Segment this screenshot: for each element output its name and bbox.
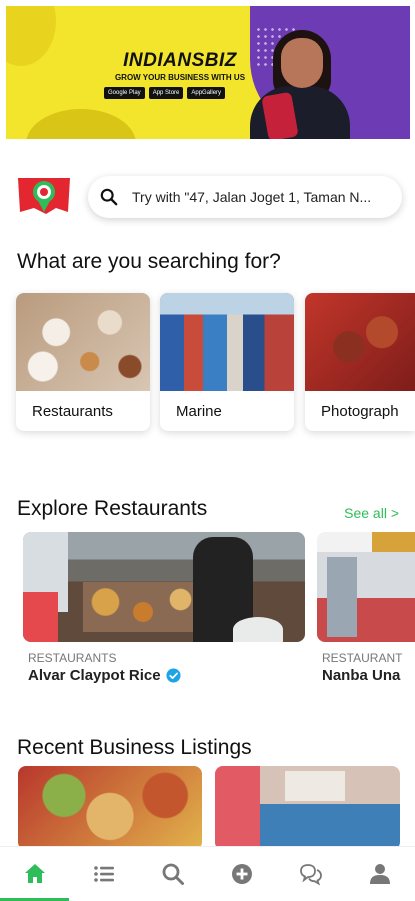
search-icon: [162, 863, 184, 885]
restaurant-category: RESTAURANT: [322, 651, 403, 665]
search-bar[interactable]: [88, 176, 402, 218]
tab-list[interactable]: [69, 847, 138, 901]
search-icon: [100, 188, 118, 206]
restaurant-card-image[interactable]: [317, 532, 415, 642]
recent-listings-heading: Recent Business Listings: [17, 736, 252, 759]
see-all-link[interactable]: See all >: [344, 505, 399, 521]
google-play-badge: Google Play: [104, 87, 145, 99]
tab-home[interactable]: [0, 847, 70, 901]
category-card-photography[interactable]: Photograph: [305, 293, 415, 431]
app-gallery-badge: AppGallery: [187, 87, 226, 99]
restaurant-card-image[interactable]: [23, 532, 305, 642]
restaurant-name-text: Alvar Claypot Rice: [28, 667, 161, 684]
promo-banner[interactable]: INDIANSBIZ GROW YOUR BUSINESS WITH US Go…: [6, 6, 410, 139]
category-card-marine[interactable]: Marine: [160, 293, 294, 431]
banner-decoration: [6, 6, 56, 66]
category-label: Marine: [176, 403, 222, 420]
app-logo-icon: [18, 178, 70, 214]
tab-messages[interactable]: [277, 847, 346, 901]
category-card-restaurants[interactable]: Restaurants: [16, 293, 150, 431]
app-store-badge: App Store: [148, 87, 184, 99]
category-image: [16, 293, 150, 391]
restaurant-name[interactable]: Alvar Claypot Rice: [28, 667, 181, 684]
bottom-tab-bar: [0, 846, 415, 901]
category-image: [305, 293, 415, 391]
category-image: [160, 293, 294, 391]
verified-badge-icon: [166, 668, 181, 683]
listing-card-image[interactable]: [18, 766, 202, 850]
tab-profile[interactable]: [346, 847, 415, 901]
banner-tagline: GROW YOUR BUSINESS WITH US: [114, 73, 246, 82]
chat-icon: [300, 864, 323, 886]
banner-person-image: [245, 24, 355, 139]
restaurant-name[interactable]: Nanba Una: [322, 667, 400, 684]
restaurant-name-text: Nanba Una: [322, 667, 401, 684]
category-label: Photograph: [321, 403, 399, 420]
explore-heading: Explore Restaurants: [17, 497, 208, 520]
store-badges: Google Play App Store AppGallery: [104, 87, 226, 99]
list-icon: [93, 866, 114, 882]
home-icon: [24, 864, 45, 883]
listing-card-image[interactable]: [215, 766, 400, 850]
tab-search[interactable]: [138, 847, 207, 901]
banner-decoration: [26, 109, 136, 139]
profile-icon: [370, 864, 391, 884]
categories-heading: What are you searching for?: [17, 250, 281, 273]
tab-add[interactable]: [208, 847, 277, 901]
banner-brand: INDIANSBIZ GROW YOUR BUSINESS WITH US: [110, 50, 250, 82]
category-label: Restaurants: [32, 403, 113, 420]
search-input[interactable]: [130, 188, 384, 206]
add-circle-icon: [232, 864, 253, 884]
restaurant-category: RESTAURANTS: [28, 651, 117, 665]
banner-brand-name: INDIANSBIZ: [123, 50, 237, 71]
